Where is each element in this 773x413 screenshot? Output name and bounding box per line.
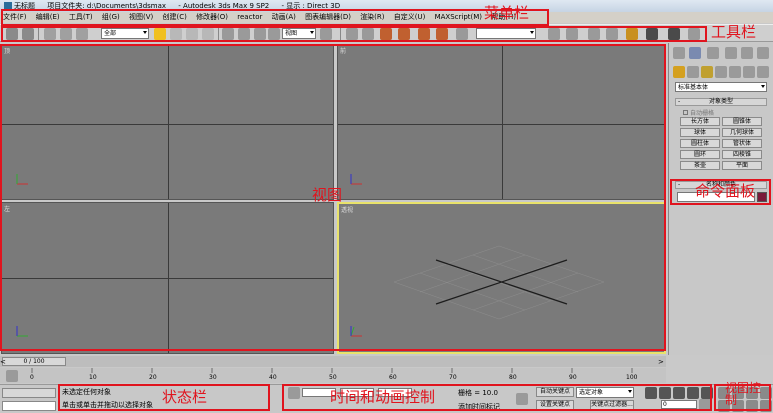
annotation-toolbar-box xyxy=(1,26,707,42)
spacewarps-icon[interactable] xyxy=(743,66,755,78)
annotation-viewport-label: 视图 xyxy=(312,186,343,204)
create-category-row xyxy=(673,65,769,79)
autogrid-box xyxy=(683,110,688,115)
annotation-menubar-label: 菜单栏 xyxy=(484,4,530,22)
track-tick-label: 20 xyxy=(149,374,157,381)
systems-icon[interactable] xyxy=(757,66,769,78)
annotation-statusbar-label: 状态栏 xyxy=(162,388,208,406)
maxscript-listener-field[interactable] xyxy=(2,388,56,398)
track-ticks xyxy=(31,368,633,373)
geometry-icon[interactable] xyxy=(673,66,685,78)
cameras-icon[interactable] xyxy=(715,66,727,78)
box-button[interactable]: 长方体 xyxy=(680,117,720,126)
cone-button[interactable]: 圆锥体 xyxy=(722,117,762,126)
track-tick-label: 70 xyxy=(449,374,457,381)
track-bar[interactable]: 0 10 20 30 40 50 60 70 80 90 100 xyxy=(0,368,666,383)
lights-icon[interactable] xyxy=(701,66,713,78)
display-tab-icon[interactable] xyxy=(741,47,753,59)
plane-button[interactable]: 平面 xyxy=(722,161,762,170)
annotation-command-panel-label: 命令面板 xyxy=(695,182,756,200)
command-panel-tabs xyxy=(673,46,769,60)
maxscript-input-field[interactable] xyxy=(2,401,56,411)
modify-tab-icon[interactable] xyxy=(689,47,701,59)
track-tick-label: 90 xyxy=(569,374,577,381)
track-tick-label: 50 xyxy=(329,374,337,381)
track-tick-label: 30 xyxy=(209,374,217,381)
helpers-icon[interactable] xyxy=(729,66,741,78)
create-tab-icon[interactable] xyxy=(673,47,685,59)
annotation-time-anim-label: 时间和动画控制 xyxy=(330,388,436,406)
rollout-object-type-title: 对象类型 xyxy=(708,98,733,105)
autogrid-checkbox[interactable]: 自动栅格 xyxy=(683,108,714,117)
time-prev-arrow-icon[interactable]: < xyxy=(0,358,6,366)
time-slider-thumb[interactable]: 0 / 100 xyxy=(2,357,66,366)
track-tick-label: 40 xyxy=(269,374,277,381)
hierarchy-tab-icon[interactable] xyxy=(707,47,719,59)
autogrid-label: 自动栅格 xyxy=(690,110,715,117)
tube-button[interactable]: 管状体 xyxy=(722,139,762,148)
track-tick-label: 80 xyxy=(509,374,517,381)
annotation-toolbar-label: 工具栏 xyxy=(711,23,757,41)
sphere-button[interactable]: 球体 xyxy=(680,128,720,137)
track-tick-label: 10 xyxy=(89,374,97,381)
track-tick-label: 60 xyxy=(389,374,397,381)
category-dropdown[interactable]: 标准基本体 xyxy=(675,82,767,92)
track-tick-label: 100 xyxy=(626,374,638,381)
time-next-arrow-icon[interactable]: > xyxy=(658,358,664,366)
cylinder-button[interactable]: 圆柱体 xyxy=(680,139,720,148)
time-slider[interactable]: 0 / 100 < > xyxy=(0,356,666,367)
utilities-tab-icon[interactable] xyxy=(757,47,769,59)
category-value: 标准基本体 xyxy=(678,84,709,91)
annotation-viewport-nav-label: 视图控制 xyxy=(725,381,762,407)
motion-tab-icon[interactable] xyxy=(725,47,737,59)
mini-curve-editor-icon[interactable] xyxy=(6,370,18,382)
shapes-icon[interactable] xyxy=(687,66,699,78)
geosphere-button[interactable]: 几何球体 xyxy=(722,128,762,137)
frame-display: 0 / 100 xyxy=(23,358,45,365)
annotation-menubar-box xyxy=(1,9,549,26)
rollout-object-type[interactable]: - 对象类型 xyxy=(675,98,767,106)
track-tick-label: 0 xyxy=(30,374,34,381)
torus-button[interactable]: 圆环 xyxy=(680,150,720,159)
pyramid-button[interactable]: 四棱锥 xyxy=(722,150,762,159)
teapot-button[interactable]: 茶壶 xyxy=(680,161,720,170)
